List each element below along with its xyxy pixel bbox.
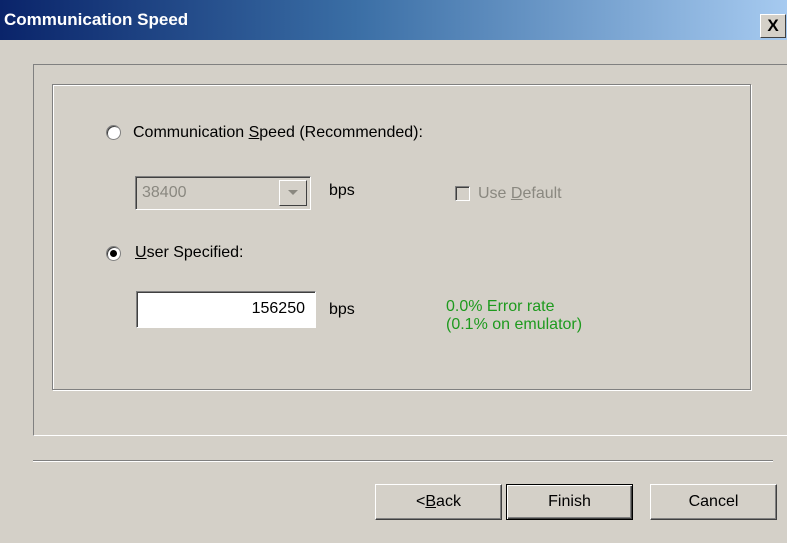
speed-unit-label: bps [329, 182, 355, 199]
window-title: Communication Speed [4, 10, 189, 29]
speed-select[interactable]: 38400 [135, 176, 311, 210]
communication-speed-label[interactable]: Communication Speed (Recommended): [133, 124, 423, 142]
user-speed-field[interactable] [136, 291, 316, 328]
chevron-down-icon[interactable] [279, 180, 307, 206]
error-rate-text: 0.0% Error rate [446, 298, 555, 315]
use-default-label[interactable]: Use Default [478, 185, 562, 203]
speed-select-value: 38400 [142, 184, 187, 201]
user-specified-radio[interactable] [106, 246, 121, 261]
close-button[interactable]: X [760, 14, 786, 38]
user-speed-input[interactable] [139, 294, 309, 324]
cancel-button[interactable]: Cancel [650, 484, 777, 520]
finish-button[interactable]: Finish [506, 484, 633, 520]
close-icon: X [767, 16, 779, 35]
title-bar: Communication Speed X [0, 0, 787, 40]
user-specified-label[interactable]: User Specified: [135, 244, 244, 262]
communication-speed-radio[interactable] [106, 125, 121, 140]
back-button[interactable]: < Back [375, 484, 502, 520]
emulator-error-rate-text: (0.1% on emulator) [446, 316, 583, 333]
use-default-checkbox[interactable] [455, 186, 470, 201]
button-separator [33, 460, 773, 462]
user-speed-unit-label: bps [329, 301, 355, 318]
